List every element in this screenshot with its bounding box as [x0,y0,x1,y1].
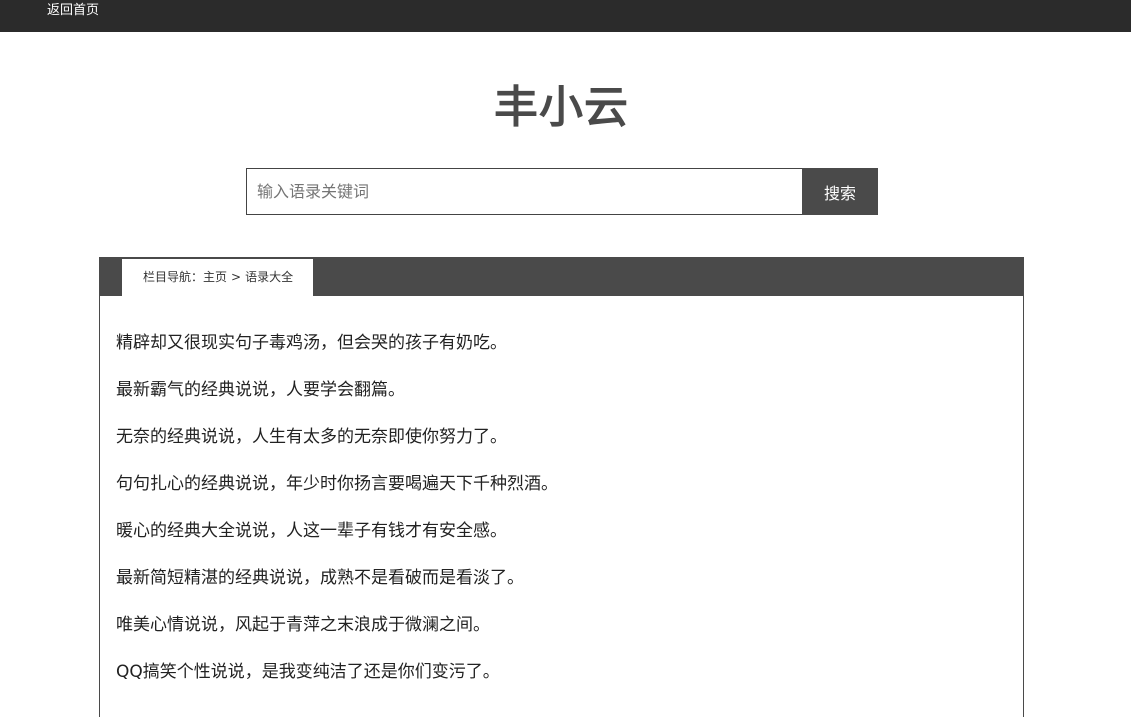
quote-link[interactable]: 暖心的经典大全说说，人这一辈子有钱才有安全感。 [116,521,507,541]
quote-link[interactable]: 句句扎心的经典说说，年少时你扬言要喝遍天下千种烈酒。 [116,474,558,494]
list-item: QQ搞笑个性说说，是我变纯洁了还是你们变污了。 [116,659,558,706]
search-button[interactable]: 搜索 [802,168,878,215]
breadcrumb-current-link[interactable]: 语录大全 [245,270,293,284]
list-item: 精辟却又很现实句子毒鸡汤，但会哭的孩子有奶吃。 [116,330,558,377]
quote-list: 精辟却又很现实句子毒鸡汤，但会哭的孩子有奶吃。 最新霸气的经典说说，人要学会翻篇… [116,330,558,706]
breadcrumb-home-link[interactable]: 主页 [203,270,227,284]
panel-header: 栏目导航：主页 > 语录大全 [100,258,1023,297]
quote-link[interactable]: 精辟却又很现实句子毒鸡汤，但会哭的孩子有奶吃。 [116,333,507,353]
quote-link[interactable]: QQ搞笑个性说说，是我变纯洁了还是你们变污了。 [116,662,500,682]
breadcrumb-prefix: 栏目导航： [143,270,204,284]
quote-link[interactable]: 最新简短精湛的经典说说，成熟不是看破而是看淡了。 [116,568,524,588]
quote-link[interactable]: 最新霸气的经典说说，人要学会翻篇。 [116,380,405,400]
quote-list-panel: 栏目导航：主页 > 语录大全 精辟却又很现实句子毒鸡汤，但会哭的孩子有奶吃。 最新霸… [99,257,1024,717]
quote-link[interactable]: 唯美心情说说，风起于青萍之末浪成于微澜之间。 [116,615,490,635]
search-form: 搜索 [246,168,878,215]
list-item: 唯美心情说说，风起于青萍之末浪成于微澜之间。 [116,612,558,659]
breadcrumb-separator: > [231,270,242,284]
list-item: 句句扎心的经典说说，年少时你扬言要喝遍天下千种烈酒。 [116,471,558,518]
quote-link[interactable]: 无奈的经典说说，人生有太多的无奈即使你努力了。 [116,427,507,447]
list-item: 暖心的经典大全说说，人这一辈子有钱才有安全感。 [116,518,558,565]
back-to-home-link[interactable]: 返回首页 [47,3,99,19]
list-item: 最新简短精湛的经典说说，成熟不是看破而是看淡了。 [116,565,558,612]
list-item: 无奈的经典说说，人生有太多的无奈即使你努力了。 [116,424,558,471]
breadcrumb: 栏目导航：主页 > 语录大全 [122,259,314,297]
search-input[interactable] [246,168,803,215]
site-title: 丰小云 [494,82,629,133]
list-item: 最新霸气的经典说说，人要学会翻篇。 [116,377,558,424]
top-navigation-bar: 返回首页 [0,0,1131,32]
